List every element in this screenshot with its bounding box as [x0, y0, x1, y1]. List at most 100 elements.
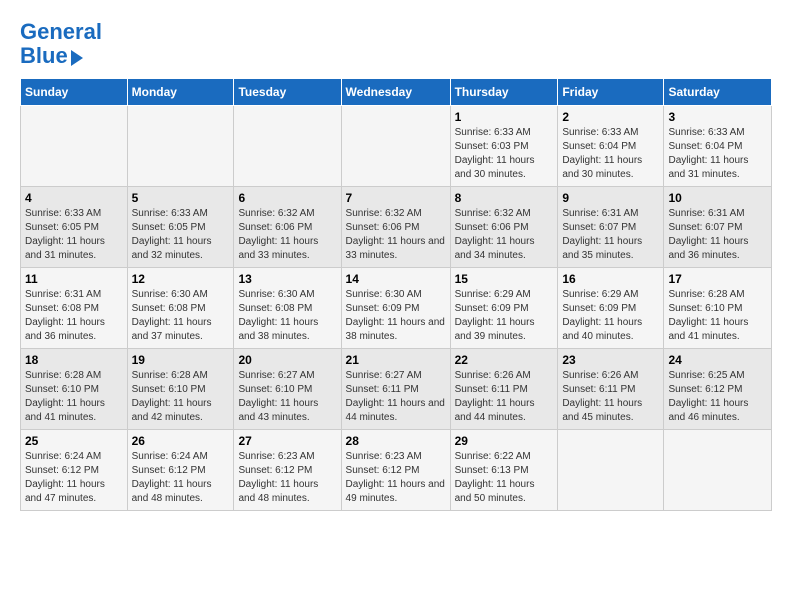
column-header-thursday: Thursday: [450, 79, 558, 106]
day-number: 12: [132, 272, 230, 286]
day-info: Sunrise: 6:33 AM Sunset: 6:04 PM Dayligh…: [562, 126, 659, 182]
day-info: Sunrise: 6:31 AM Sunset: 6:08 PM Dayligh…: [25, 288, 123, 344]
calendar-cell: 25 Sunrise: 6:24 AM Sunset: 6:12 PM Dayli…: [21, 430, 128, 511]
day-number: 20: [238, 353, 336, 367]
calendar-week-4: 18 Sunrise: 6:28 AM Sunset: 6:10 PM Dayli…: [21, 349, 772, 430]
day-info: Sunrise: 6:24 AM Sunset: 6:12 PM Dayligh…: [132, 450, 230, 506]
day-number: 5: [132, 191, 230, 205]
day-number: 22: [455, 353, 554, 367]
calendar-cell: 1 Sunrise: 6:33 AM Sunset: 6:03 PM Daylig…: [450, 106, 558, 187]
day-number: 9: [562, 191, 659, 205]
calendar-body: 1 Sunrise: 6:33 AM Sunset: 6:03 PM Daylig…: [21, 106, 772, 511]
column-header-tuesday: Tuesday: [234, 79, 341, 106]
day-info: Sunrise: 6:28 AM Sunset: 6:10 PM Dayligh…: [25, 369, 123, 425]
day-info: Sunrise: 6:30 AM Sunset: 6:08 PM Dayligh…: [238, 288, 336, 344]
day-number: 2: [562, 110, 659, 124]
day-info: Sunrise: 6:33 AM Sunset: 6:03 PM Dayligh…: [455, 126, 554, 182]
column-header-monday: Monday: [127, 79, 234, 106]
day-number: 13: [238, 272, 336, 286]
day-info: Sunrise: 6:31 AM Sunset: 6:07 PM Dayligh…: [668, 207, 767, 263]
day-number: 18: [25, 353, 123, 367]
day-number: 8: [455, 191, 554, 205]
day-number: 14: [346, 272, 446, 286]
day-info: Sunrise: 6:25 AM Sunset: 6:12 PM Dayligh…: [668, 369, 767, 425]
calendar-cell: 21 Sunrise: 6:27 AM Sunset: 6:11 PM Dayli…: [341, 349, 450, 430]
day-number: 19: [132, 353, 230, 367]
calendar-cell: 12 Sunrise: 6:30 AM Sunset: 6:08 PM Dayli…: [127, 268, 234, 349]
day-info: Sunrise: 6:28 AM Sunset: 6:10 PM Dayligh…: [668, 288, 767, 344]
day-number: 27: [238, 434, 336, 448]
day-info: Sunrise: 6:29 AM Sunset: 6:09 PM Dayligh…: [562, 288, 659, 344]
day-number: 11: [25, 272, 123, 286]
calendar-cell: 18 Sunrise: 6:28 AM Sunset: 6:10 PM Dayli…: [21, 349, 128, 430]
day-info: Sunrise: 6:33 AM Sunset: 6:04 PM Dayligh…: [668, 126, 767, 182]
logo: General Blue: [20, 20, 102, 68]
day-info: Sunrise: 6:31 AM Sunset: 6:07 PM Dayligh…: [562, 207, 659, 263]
calendar-cell: 11 Sunrise: 6:31 AM Sunset: 6:08 PM Dayli…: [21, 268, 128, 349]
calendar-cell: 14 Sunrise: 6:30 AM Sunset: 6:09 PM Dayli…: [341, 268, 450, 349]
calendar-cell: 10 Sunrise: 6:31 AM Sunset: 6:07 PM Dayli…: [664, 187, 772, 268]
calendar-cell: 23 Sunrise: 6:26 AM Sunset: 6:11 PM Dayli…: [558, 349, 664, 430]
day-info: Sunrise: 6:32 AM Sunset: 6:06 PM Dayligh…: [455, 207, 554, 263]
calendar-cell: 20 Sunrise: 6:27 AM Sunset: 6:10 PM Dayli…: [234, 349, 341, 430]
calendar-cell: 8 Sunrise: 6:32 AM Sunset: 6:06 PM Daylig…: [450, 187, 558, 268]
header-row: SundayMondayTuesdayWednesdayThursdayFrid…: [21, 79, 772, 106]
day-info: Sunrise: 6:26 AM Sunset: 6:11 PM Dayligh…: [455, 369, 554, 425]
day-number: 25: [25, 434, 123, 448]
calendar-cell: 2 Sunrise: 6:33 AM Sunset: 6:04 PM Daylig…: [558, 106, 664, 187]
column-header-wednesday: Wednesday: [341, 79, 450, 106]
column-header-friday: Friday: [558, 79, 664, 106]
logo-blue: Blue: [20, 43, 68, 68]
column-header-sunday: Sunday: [21, 79, 128, 106]
day-number: 15: [455, 272, 554, 286]
calendar-week-2: 4Sunrise: 6:33 AM Sunset: 6:05 PM Daylig…: [21, 187, 772, 268]
day-number: 17: [668, 272, 767, 286]
calendar-cell: [664, 430, 772, 511]
day-info: Sunrise: 6:30 AM Sunset: 6:09 PM Dayligh…: [346, 288, 446, 344]
day-info: Sunrise: 6:28 AM Sunset: 6:10 PM Dayligh…: [132, 369, 230, 425]
day-number: 16: [562, 272, 659, 286]
day-info: Sunrise: 6:32 AM Sunset: 6:06 PM Dayligh…: [238, 207, 336, 263]
calendar-cell: 5 Sunrise: 6:33 AM Sunset: 6:05 PM Daylig…: [127, 187, 234, 268]
column-header-saturday: Saturday: [664, 79, 772, 106]
page-header: General Blue: [20, 20, 772, 68]
calendar-cell: 26Sunrise: 6:24 AM Sunset: 6:12 PM Dayli…: [127, 430, 234, 511]
logo-general: General: [20, 19, 102, 44]
calendar-week-1: 1 Sunrise: 6:33 AM Sunset: 6:03 PM Daylig…: [21, 106, 772, 187]
calendar-cell: 17 Sunrise: 6:28 AM Sunset: 6:10 PM Dayli…: [664, 268, 772, 349]
day-info: Sunrise: 6:30 AM Sunset: 6:08 PM Dayligh…: [132, 288, 230, 344]
day-info: Sunrise: 6:26 AM Sunset: 6:11 PM Dayligh…: [562, 369, 659, 425]
calendar-table: SundayMondayTuesdayWednesdayThursdayFrid…: [20, 78, 772, 511]
day-number: 24: [668, 353, 767, 367]
day-number: 23: [562, 353, 659, 367]
calendar-cell: [341, 106, 450, 187]
calendar-cell: 22 Sunrise: 6:26 AM Sunset: 6:11 PM Dayli…: [450, 349, 558, 430]
day-number: 21: [346, 353, 446, 367]
day-number: 10: [668, 191, 767, 205]
calendar-week-5: 25 Sunrise: 6:24 AM Sunset: 6:12 PM Dayli…: [21, 430, 772, 511]
day-info: Sunrise: 6:29 AM Sunset: 6:09 PM Dayligh…: [455, 288, 554, 344]
day-info: Sunrise: 6:33 AM Sunset: 6:05 PM Dayligh…: [132, 207, 230, 263]
day-info: Sunrise: 6:27 AM Sunset: 6:10 PM Dayligh…: [238, 369, 336, 425]
calendar-cell: 3 Sunrise: 6:33 AM Sunset: 6:04 PM Daylig…: [664, 106, 772, 187]
day-number: 3: [668, 110, 767, 124]
day-number: 28: [346, 434, 446, 448]
calendar-cell: 28 Sunrise: 6:23 AM Sunset: 6:12 PM Dayli…: [341, 430, 450, 511]
day-info: Sunrise: 6:22 AM Sunset: 6:13 PM Dayligh…: [455, 450, 554, 506]
day-info: Sunrise: 6:24 AM Sunset: 6:12 PM Dayligh…: [25, 450, 123, 506]
calendar-cell: 19 Sunrise: 6:28 AM Sunset: 6:10 PM Dayli…: [127, 349, 234, 430]
calendar-cell: 4Sunrise: 6:33 AM Sunset: 6:05 PM Daylig…: [21, 187, 128, 268]
logo-arrow-icon: [71, 50, 83, 66]
calendar-week-3: 11 Sunrise: 6:31 AM Sunset: 6:08 PM Dayli…: [21, 268, 772, 349]
calendar-header: SundayMondayTuesdayWednesdayThursdayFrid…: [21, 79, 772, 106]
calendar-cell: 24 Sunrise: 6:25 AM Sunset: 6:12 PM Dayli…: [664, 349, 772, 430]
calendar-cell: 27Sunrise: 6:23 AM Sunset: 6:12 PM Dayli…: [234, 430, 341, 511]
day-number: 1: [455, 110, 554, 124]
calendar-cell: [234, 106, 341, 187]
day-info: Sunrise: 6:27 AM Sunset: 6:11 PM Dayligh…: [346, 369, 446, 425]
calendar-cell: [127, 106, 234, 187]
calendar-cell: [558, 430, 664, 511]
day-info: Sunrise: 6:23 AM Sunset: 6:12 PM Dayligh…: [346, 450, 446, 506]
day-number: 29: [455, 434, 554, 448]
calendar-cell: 29 Sunrise: 6:22 AM Sunset: 6:13 PM Dayli…: [450, 430, 558, 511]
